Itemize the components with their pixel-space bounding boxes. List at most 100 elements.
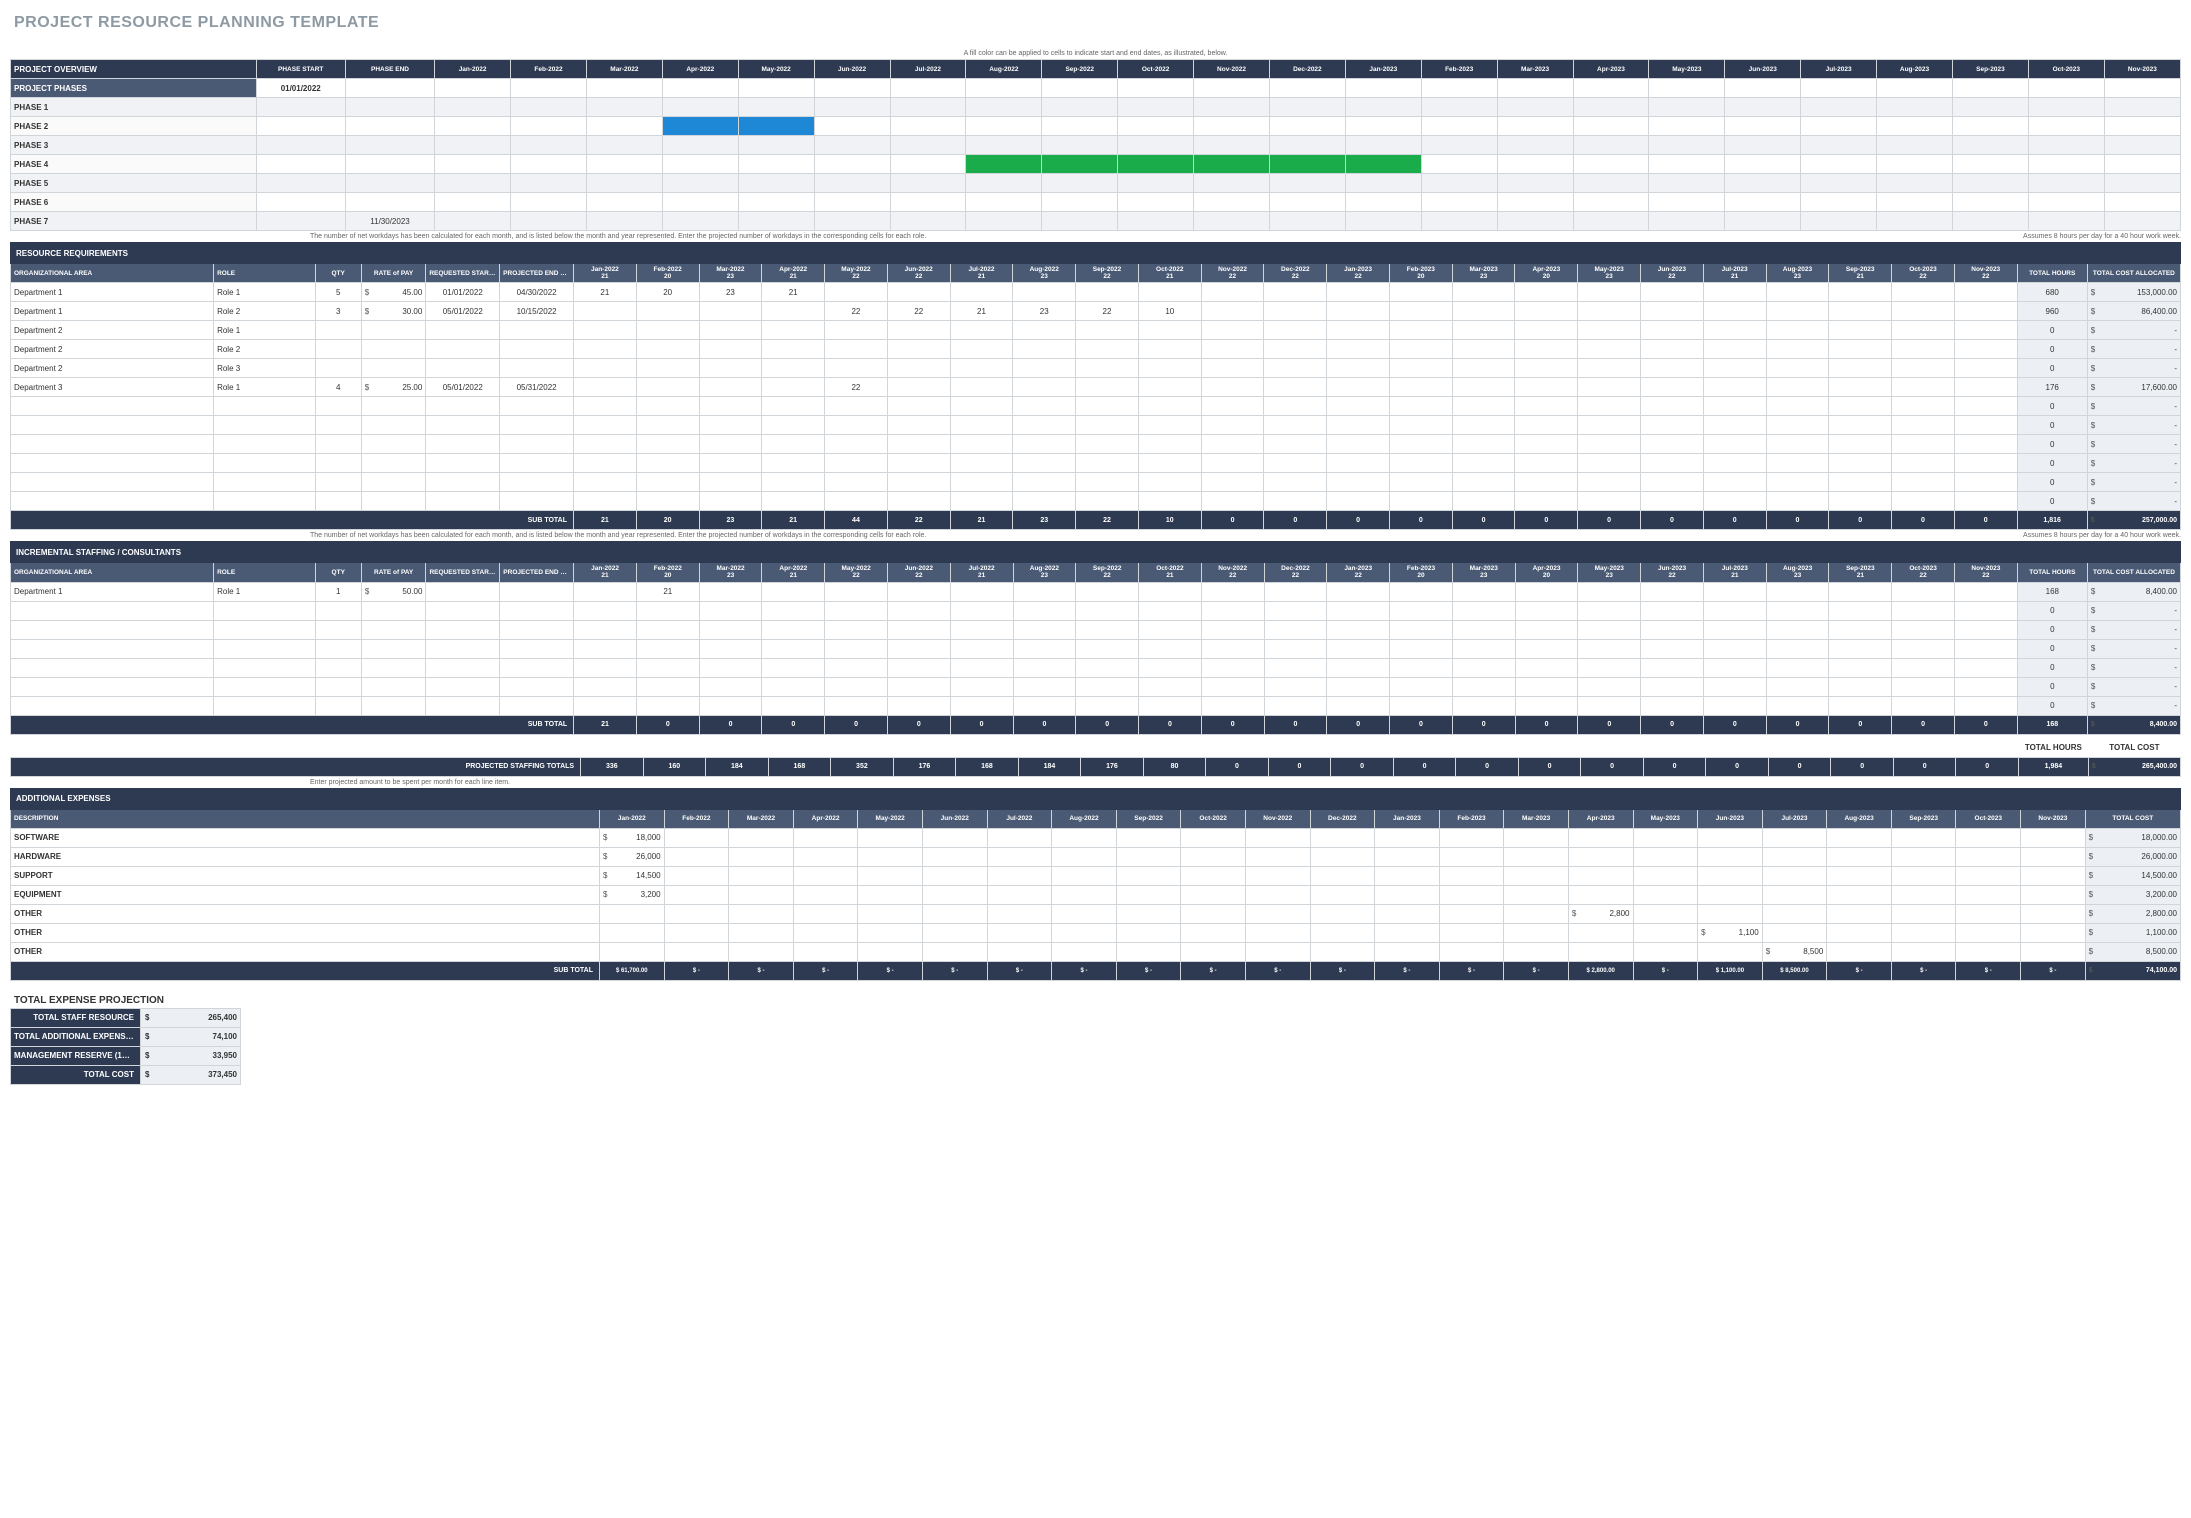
gantt-cell[interactable] xyxy=(1269,117,1345,136)
gantt-cell[interactable] xyxy=(1118,212,1194,231)
gantt-cell[interactable] xyxy=(2104,117,2180,136)
gantt-cell[interactable] xyxy=(1042,98,1118,117)
gantt-cell[interactable] xyxy=(511,193,587,212)
gantt-cell[interactable] xyxy=(1042,117,1118,136)
gantt-cell[interactable] xyxy=(1801,117,1877,136)
gantt-cell[interactable] xyxy=(1725,117,1801,136)
gantt-cell[interactable] xyxy=(1345,155,1421,174)
gantt-cell[interactable] xyxy=(1497,117,1573,136)
gantt-cell[interactable] xyxy=(1497,174,1573,193)
gantt-cell[interactable] xyxy=(1421,155,1497,174)
gantt-cell[interactable] xyxy=(435,174,511,193)
gantt-cell[interactable] xyxy=(2104,212,2180,231)
gantt-cell[interactable] xyxy=(1421,98,1497,117)
gantt-cell[interactable] xyxy=(1118,155,1194,174)
gantt-cell[interactable] xyxy=(814,155,890,174)
gantt-cell[interactable] xyxy=(435,98,511,117)
gantt-cell[interactable] xyxy=(586,174,662,193)
gantt-cell[interactable] xyxy=(1573,155,1649,174)
gantt-cell[interactable] xyxy=(1345,212,1421,231)
gantt-cell[interactable] xyxy=(511,98,587,117)
gantt-cell[interactable] xyxy=(1345,98,1421,117)
gantt-cell[interactable] xyxy=(435,155,511,174)
gantt-cell[interactable] xyxy=(966,212,1042,231)
gantt-cell[interactable] xyxy=(1801,174,1877,193)
gantt-cell[interactable] xyxy=(662,117,738,136)
gantt-cell[interactable] xyxy=(738,212,814,231)
gantt-cell[interactable] xyxy=(966,98,1042,117)
gantt-cell[interactable] xyxy=(1269,98,1345,117)
gantt-cell[interactable] xyxy=(2104,136,2180,155)
gantt-cell[interactable] xyxy=(1269,193,1345,212)
gantt-cell[interactable] xyxy=(1497,193,1573,212)
gantt-cell[interactable] xyxy=(586,98,662,117)
gantt-cell[interactable] xyxy=(1952,193,2028,212)
gantt-cell[interactable] xyxy=(1649,193,1725,212)
gantt-cell[interactable] xyxy=(586,136,662,155)
gantt-cell[interactable] xyxy=(511,212,587,231)
gantt-cell[interactable] xyxy=(1877,193,1953,212)
gantt-cell[interactable] xyxy=(1877,98,1953,117)
gantt-cell[interactable] xyxy=(1649,98,1725,117)
gantt-cell[interactable] xyxy=(966,174,1042,193)
gantt-cell[interactable] xyxy=(1194,174,1270,193)
gantt-cell[interactable] xyxy=(1269,174,1345,193)
gantt-cell[interactable] xyxy=(814,193,890,212)
gantt-cell[interactable] xyxy=(1952,98,2028,117)
gantt-cell[interactable] xyxy=(738,193,814,212)
gantt-cell[interactable] xyxy=(1042,193,1118,212)
gantt-cell[interactable] xyxy=(1421,117,1497,136)
gantt-cell[interactable] xyxy=(2028,174,2104,193)
gantt-cell[interactable] xyxy=(1573,174,1649,193)
gantt-cell[interactable] xyxy=(1725,174,1801,193)
gantt-cell[interactable] xyxy=(1421,174,1497,193)
gantt-cell[interactable] xyxy=(1269,136,1345,155)
gantt-cell[interactable] xyxy=(1725,98,1801,117)
gantt-cell[interactable] xyxy=(2028,212,2104,231)
gantt-cell[interactable] xyxy=(1269,212,1345,231)
gantt-cell[interactable] xyxy=(1877,174,1953,193)
gantt-cell[interactable] xyxy=(662,98,738,117)
gantt-cell[interactable] xyxy=(662,136,738,155)
gantt-cell[interactable] xyxy=(1194,136,1270,155)
gantt-cell[interactable] xyxy=(890,136,966,155)
gantt-cell[interactable] xyxy=(1952,174,2028,193)
gantt-cell[interactable] xyxy=(1421,136,1497,155)
gantt-cell[interactable] xyxy=(1497,98,1573,117)
gantt-cell[interactable] xyxy=(814,136,890,155)
gantt-cell[interactable] xyxy=(1042,174,1118,193)
gantt-cell[interactable] xyxy=(1345,117,1421,136)
gantt-cell[interactable] xyxy=(1573,117,1649,136)
gantt-cell[interactable] xyxy=(2028,98,2104,117)
gantt-cell[interactable] xyxy=(1725,155,1801,174)
gantt-cell[interactable] xyxy=(1801,136,1877,155)
gantt-cell[interactable] xyxy=(738,117,814,136)
gantt-cell[interactable] xyxy=(586,212,662,231)
gantt-cell[interactable] xyxy=(966,136,1042,155)
gantt-cell[interactable] xyxy=(1042,136,1118,155)
gantt-cell[interactable] xyxy=(1952,117,2028,136)
gantt-cell[interactable] xyxy=(1877,212,1953,231)
gantt-cell[interactable] xyxy=(738,98,814,117)
gantt-cell[interactable] xyxy=(890,193,966,212)
gantt-cell[interactable] xyxy=(2028,136,2104,155)
gantt-cell[interactable] xyxy=(1649,174,1725,193)
gantt-cell[interactable] xyxy=(1801,98,1877,117)
gantt-cell[interactable] xyxy=(2028,193,2104,212)
gantt-cell[interactable] xyxy=(1194,155,1270,174)
gantt-cell[interactable] xyxy=(1649,117,1725,136)
gantt-cell[interactable] xyxy=(435,136,511,155)
gantt-cell[interactable] xyxy=(1345,174,1421,193)
gantt-cell[interactable] xyxy=(1118,136,1194,155)
gantt-cell[interactable] xyxy=(1801,155,1877,174)
gantt-cell[interactable] xyxy=(586,155,662,174)
gantt-cell[interactable] xyxy=(1194,117,1270,136)
gantt-cell[interactable] xyxy=(511,174,587,193)
gantt-cell[interactable] xyxy=(814,117,890,136)
gantt-cell[interactable] xyxy=(890,98,966,117)
gantt-cell[interactable] xyxy=(1421,212,1497,231)
gantt-cell[interactable] xyxy=(738,155,814,174)
gantt-cell[interactable] xyxy=(814,98,890,117)
gantt-cell[interactable] xyxy=(1801,212,1877,231)
gantt-cell[interactable] xyxy=(966,155,1042,174)
